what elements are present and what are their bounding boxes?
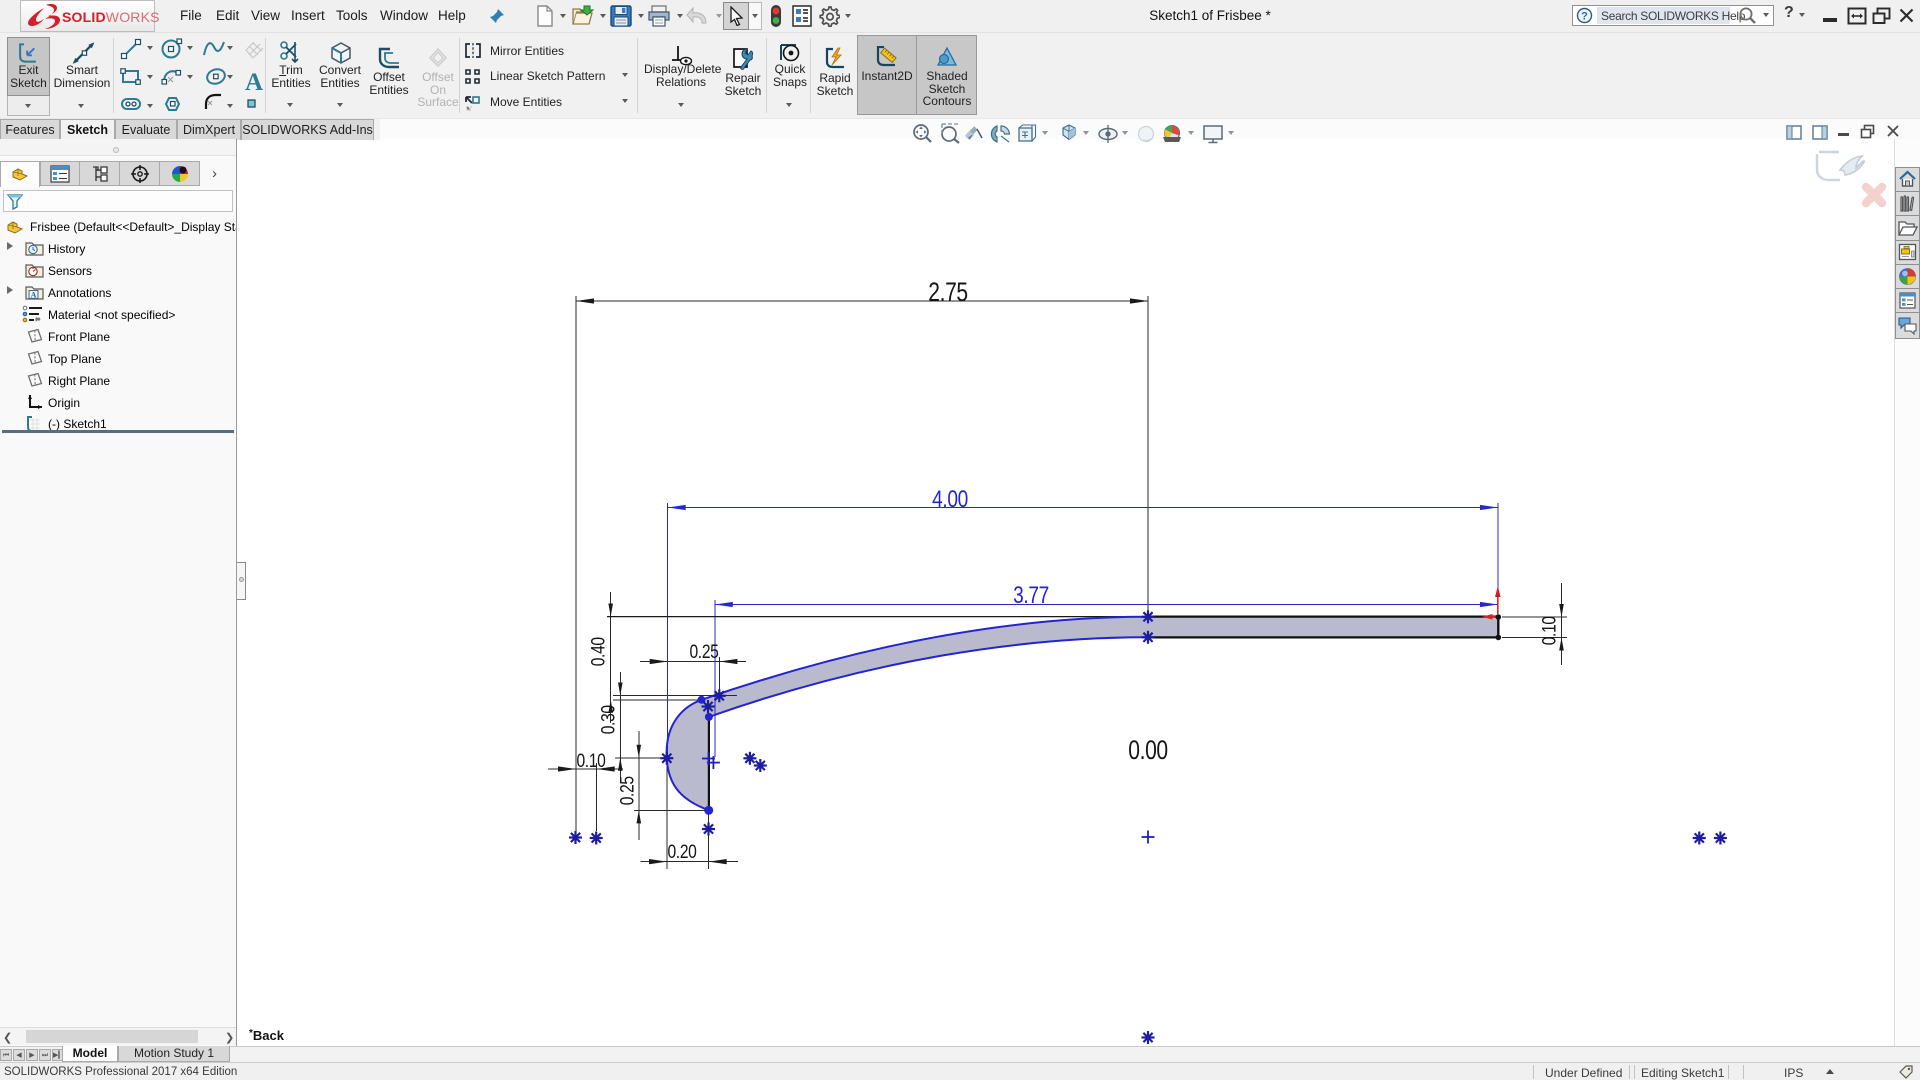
- svg-text:?: ?: [1581, 11, 1588, 23]
- svg-text:A: A: [245, 69, 263, 96]
- svg-text:A: A: [31, 291, 37, 300]
